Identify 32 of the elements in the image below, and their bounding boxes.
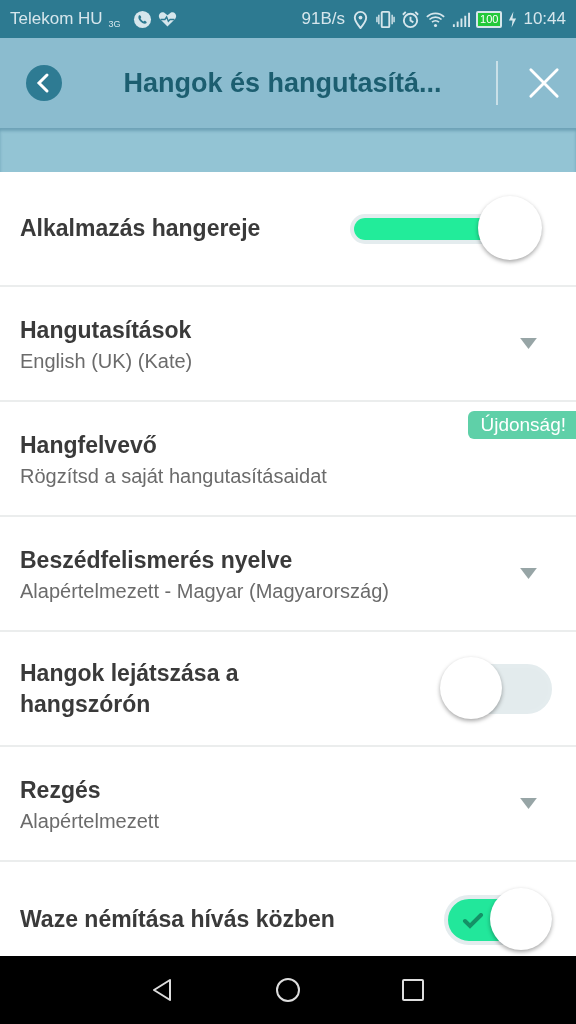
new-badge: Újdonság! <box>468 411 576 439</box>
network-type: 3G <box>108 19 121 29</box>
setting-label: Beszédfelismerés nyelve <box>20 545 294 575</box>
dropdown-caret-icon[interactable] <box>519 567 538 580</box>
recents-icon[interactable] <box>400 977 427 1003</box>
carrier-name: Telekom HU <box>10 9 103 29</box>
slider-thumb[interactable] <box>478 195 543 260</box>
back-button[interactable] <box>25 64 63 102</box>
setting-label: Alkalmazás hangereje <box>20 214 262 243</box>
dropdown-caret-icon[interactable] <box>519 797 538 810</box>
setting-label: Hangfelvevő <box>20 430 158 460</box>
wifi-icon <box>426 9 446 29</box>
network-speed: 91B/s <box>301 9 346 29</box>
setting-label: Rezgés <box>20 775 102 805</box>
dropdown-caret-icon[interactable] <box>519 337 538 350</box>
setting-label: Waze némítása hívás közben <box>20 905 336 934</box>
home-icon[interactable] <box>275 977 301 1003</box>
setting-value: English (UK) (Kate) <box>20 349 194 373</box>
clock: 10:44 <box>523 9 566 29</box>
battery-level: 100 <box>476 10 503 28</box>
close-button[interactable] <box>528 67 560 99</box>
heart-rate-icon <box>157 9 177 29</box>
check-icon <box>462 912 484 929</box>
setting-label: Hangok lejátszása a hangszórón <box>20 658 240 719</box>
phone-icon <box>132 9 152 29</box>
setting-value: Rögzítsd a saját hangutasításaidat <box>20 464 328 488</box>
setting-value: Alapértelmezett - Magyar (Magyarország) <box>20 579 390 603</box>
setting-label: Hangutasítások <box>20 315 193 345</box>
vibrate-icon <box>376 9 396 29</box>
screen-title: Hangok és hangutasítá... <box>83 61 498 105</box>
setting-value: Alapértelmezett <box>20 809 160 833</box>
alarm-icon <box>401 9 421 29</box>
